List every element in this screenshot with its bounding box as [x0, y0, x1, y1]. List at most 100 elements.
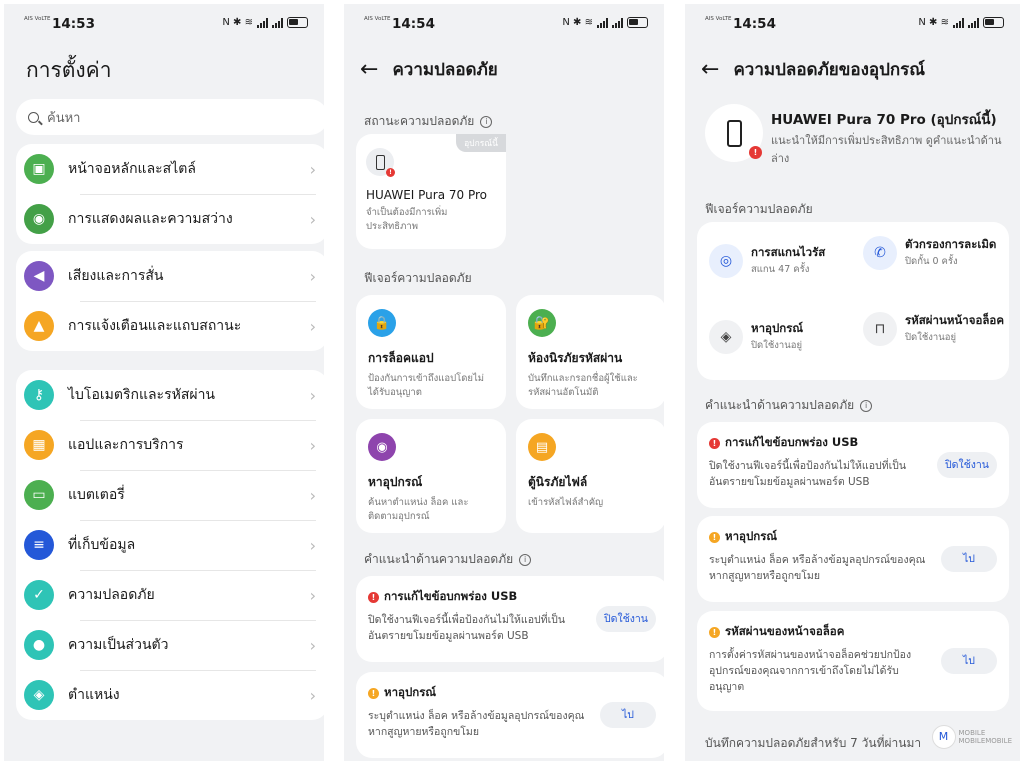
status-section-title: สถานะความปลอดภัย i: [364, 112, 493, 131]
security-recommendation: ! การแก้ไขข้อบกพร่อง USB ปิดใช้งานฟีเจอร์น…: [356, 576, 664, 662]
security-recommendation: ! รหัสผ่านของหน้าจอล็อค การตั้งค่ารหัสผ่าน…: [697, 611, 1009, 711]
recommendation-title-text: หาอุปกรณ์: [725, 529, 778, 543]
header: ← ความปลอดภัยของอุปกรณ์: [701, 56, 925, 83]
settings-group: ⚷ ไบโอเมตริกและรหัสผ่าน › ▦ แอปและการบริการ ›…: [16, 370, 324, 720]
padlock-icon: ⊓: [863, 312, 897, 346]
status-bar: AIS VoLTE 14:53 N ✱ ≋: [24, 14, 308, 36]
settings-item[interactable]: ▣ หน้าจอหลักและสไตล์ ›: [16, 144, 324, 194]
go-button[interactable]: ไป: [941, 546, 997, 572]
feature-title: ตู้นิรภัยไฟล์: [528, 475, 588, 489]
device-status-desc[interactable]: แนะนำให้มีการเพิ่มประสิทธิภาพ ดูคำแนะนำด…: [771, 132, 1011, 168]
chevron-right-icon: ›: [309, 535, 316, 555]
recommendation-desc: ระบุตำแหน่ง ล็อค หรือล้างข้อมูลอุปกรณ์ขอ…: [368, 710, 585, 738]
file-safe-icon: ▤: [528, 433, 556, 461]
signal-icon: [272, 17, 283, 28]
recommendation-title: ! การแก้ไขข้อบกพร่อง USB: [368, 588, 656, 606]
settings-item[interactable]: ▦ แอปและการบริการ ›: [16, 420, 324, 470]
phone-icon: !: [366, 148, 395, 177]
info-icon[interactable]: i: [519, 553, 532, 566]
storage-icon: ≡: [24, 530, 54, 560]
go-button[interactable]: ไป: [941, 648, 997, 674]
status-bar: AIS VoLTE 14:54 N ✱ ≋: [364, 14, 648, 36]
security-recommendation: ! หาอุปกรณ์ระบุตำแหน่ง ล็อค หรือล้างข้อมู…: [697, 516, 1009, 602]
device-status-card[interactable]: อุปกรณ์นี้ ! HUAWEI Pura 70 Pro จำเป็นต้…: [356, 134, 506, 249]
warning-icon: !: [709, 626, 720, 638]
find-device-icon: ◉: [368, 433, 396, 461]
disable-button[interactable]: ปิดใช้งาน: [596, 606, 656, 632]
settings-item[interactable]: ⚷ ไบโอเมตริกและรหัสผ่าน ›: [16, 370, 324, 420]
recommendation-desc: ปิดใช้งานฟีเจอร์นี้เพื่อป้องกันไม่ให้แอป…: [368, 614, 566, 642]
log-section-title: บันทึกความปลอดภัยสำหรับ 7 วันที่ผ่านมา: [705, 734, 921, 753]
settings-item-label: แอปและการบริการ: [68, 437, 184, 453]
settings-item-label: ไบโอเมตริกและรหัสผ่าน: [68, 387, 216, 403]
back-arrow-icon[interactable]: ←: [701, 58, 719, 81]
warning-icon: !: [709, 531, 720, 543]
settings-item[interactable]: ◈ ตำแหน่ง ›: [16, 670, 324, 720]
feature-text: ตัวกรองการละเมิด ปิดกั้น 0 ครั้ง: [905, 236, 1010, 270]
security-feature[interactable]: ✆ ตัวกรองการละเมิด ปิดกั้น 0 ครั้ง: [863, 236, 1013, 270]
chevron-right-icon: ›: [309, 435, 316, 455]
clock: 14:53: [52, 16, 95, 32]
feature-title: ห้องนิรภัยรหัสผ่าน: [528, 351, 623, 365]
feature-title: การสแกนไวรัส: [751, 245, 826, 259]
feature-tile[interactable]: 🔐 ห้องนิรภัยรหัสผ่าน บันทึกและกรอกชื่อผู้ใ…: [516, 295, 664, 409]
settings-item-label: ความเป็นส่วนตัว: [68, 637, 169, 653]
reco-section-title: คำแนะนำด้านความปลอดภัย i: [705, 396, 873, 415]
back-arrow-icon[interactable]: ←: [360, 58, 378, 81]
features-section-title: ฟีเจอร์ความปลอดภัย: [705, 200, 813, 219]
search-placeholder: ค้นหา: [47, 110, 81, 126]
feature-tile[interactable]: ▤ ตู้นิรภัยไฟล์ เข้ารหัสไฟล์สำคัญ: [516, 419, 664, 533]
battery-icon: [983, 17, 1004, 28]
recommendation-title: ! หาอุปกรณ์: [709, 528, 997, 546]
settings-item[interactable]: ≡ ที่เก็บข้อมูล ›: [16, 520, 324, 570]
settings-group: ▣ หน้าจอหลักและสไตล์ › ◉ การแสดงผลและความสว่…: [16, 144, 324, 244]
sim-indicator: AIS VoLTE: [705, 16, 732, 22]
clock: 14:54: [392, 16, 435, 32]
privacy-icon: ●: [24, 630, 54, 660]
feature-tile[interactable]: 🔒 การล็อคแอป ป้องกันการเข้าถึงแอปโดยไม่ได้…: [356, 295, 506, 409]
feature-status: ปิดใช้งานอยู่: [751, 340, 803, 351]
disable-button[interactable]: ปิดใช้งาน: [937, 452, 997, 478]
virus-scan-icon: ◎: [709, 244, 743, 278]
feature-tile[interactable]: ◉ หาอุปกรณ์ ค้นหาตำแหน่ง ล็อค และติดตามอุป…: [356, 419, 506, 533]
settings-item-label: ที่เก็บข้อมูล: [68, 537, 136, 553]
info-icon[interactable]: i: [860, 399, 873, 412]
chevron-right-icon: ›: [309, 685, 316, 705]
settings-item[interactable]: ◀ เสียงและการสั่น ›: [16, 251, 324, 301]
info-icon[interactable]: i: [480, 115, 493, 128]
security-feature[interactable]: ⊓ รหัสผ่านหน้าจอล็อค ปิดใช้งานอยู่: [863, 312, 1013, 346]
this-device-badge: อุปกรณ์นี้: [456, 134, 506, 152]
status-icons: N ✱ ≋: [918, 17, 1004, 28]
recommendation-title-text: การแก้ไขข้อบกพร่อง USB: [384, 589, 518, 603]
sim-indicator: AIS VoLTE: [24, 16, 51, 22]
settings-item[interactable]: ▭ แบตเตอรี่ ›: [16, 470, 324, 520]
search-input[interactable]: ค้นหา: [16, 99, 324, 135]
recommendation-title: ! การแก้ไขข้อบกพร่อง USB: [709, 434, 997, 452]
battery-icon: [287, 17, 308, 28]
eye-icon: ◉: [24, 204, 54, 234]
watermark: M MOBILE MOBILEMOBILE: [931, 725, 1012, 749]
settings-item[interactable]: ✓ ความปลอดภัย ›: [16, 570, 324, 620]
chevron-right-icon: ›: [309, 385, 316, 405]
settings-item-label: แบตเตอรี่: [68, 487, 125, 503]
sim-indicator: AIS VoLTE: [364, 16, 391, 22]
settings-item[interactable]: ▲ การแจ้งเตือนและแถบสถานะ ›: [16, 301, 324, 351]
recommendation-desc: ระบุตำแหน่ง ล็อค หรือล้างข้อมูลอุปกรณ์ขอ…: [709, 554, 926, 582]
alert-icon: !: [386, 168, 395, 177]
page-title: ความปลอดภัยของอุปกรณ์: [733, 60, 926, 80]
go-button[interactable]: ไป: [600, 702, 656, 728]
feature-title: การล็อคแอป: [368, 351, 434, 365]
device-status-desc: จำเป็นต้องมีการเพิ่มประสิทธิภาพ: [366, 207, 448, 232]
section-label: ฟีเจอร์ความปลอดภัย: [705, 202, 813, 216]
security-feature[interactable]: ◎ การสแกนไวรัส สแกน 47 ครั้ง: [709, 244, 859, 278]
device-name: HUAWEI Pura 70 Pro: [366, 188, 488, 202]
section-label: สถานะความปลอดภัย: [364, 114, 475, 128]
status-icons: N ✱ ≋: [222, 17, 308, 28]
settings-item[interactable]: ● ความเป็นส่วนตัว ›: [16, 620, 324, 670]
security-feature[interactable]: ◈ หาอุปกรณ์ ปิดใช้งานอยู่: [709, 320, 859, 354]
feature-text: รหัสผ่านหน้าจอล็อค ปิดใช้งานอยู่: [905, 312, 1010, 346]
feature-desc: บันทึกและกรอกชื่อผู้ใช้และรหัสผ่านอัตโนม…: [528, 373, 638, 398]
nfc-bluetooth-wifi-icons: N ✱ ≋: [222, 17, 253, 28]
settings-item[interactable]: ◉ การแสดงผลและความสว่าง ›: [16, 194, 324, 244]
settings-item-label: หน้าจอหลักและสไตล์: [68, 161, 196, 177]
